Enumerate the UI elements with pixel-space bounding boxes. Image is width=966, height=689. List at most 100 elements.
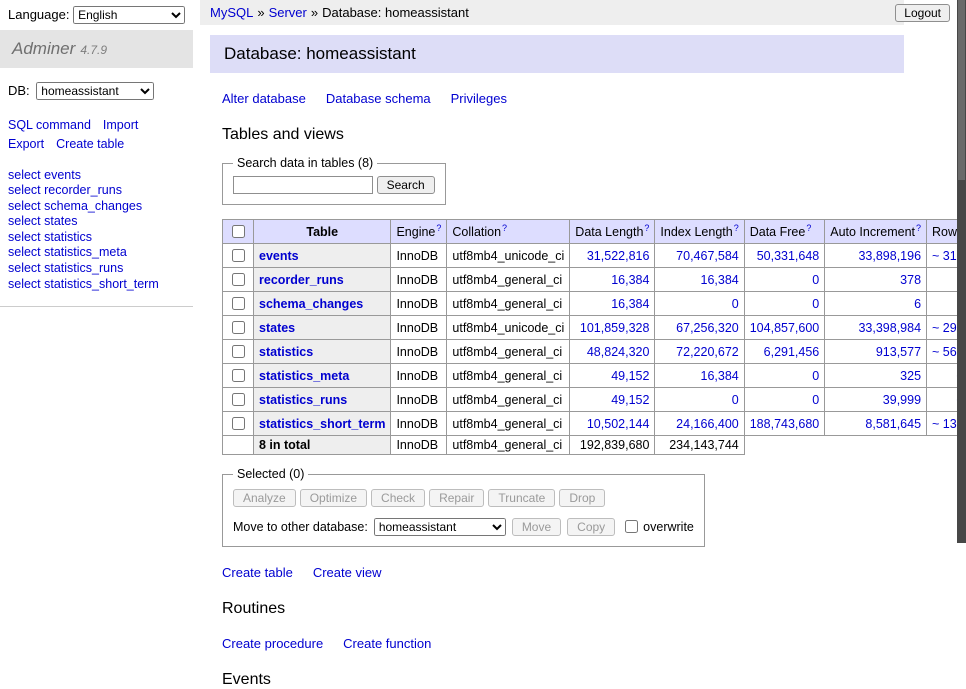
- sidebar-action-export[interactable]: Export: [8, 137, 44, 151]
- optimize-button[interactable]: Optimize: [300, 489, 367, 507]
- data-free-link[interactable]: 0: [812, 273, 819, 287]
- breadcrumb-link[interactable]: MySQL: [210, 5, 253, 20]
- data-free-link[interactable]: 104,857,600: [750, 321, 820, 335]
- auto-increment-link[interactable]: 33,898,196: [858, 249, 921, 263]
- table-link-recorder_runs[interactable]: recorder_runs: [259, 273, 344, 287]
- table-name-cell: events: [254, 244, 391, 268]
- help-icon[interactable]: ?: [806, 223, 811, 233]
- sidebar-action-sql-command[interactable]: SQL command: [8, 118, 91, 132]
- auto-increment-link[interactable]: 378: [900, 273, 921, 287]
- db-select[interactable]: homeassistant: [36, 82, 154, 100]
- data-length-link[interactable]: 16,384: [611, 297, 649, 311]
- link-create-function[interactable]: Create function: [343, 636, 431, 651]
- table-row: statistics_short_termInnoDButf8mb4_gener…: [223, 412, 966, 436]
- data-free-link[interactable]: 0: [812, 297, 819, 311]
- table-link-states[interactable]: states: [259, 321, 295, 335]
- truncate-button[interactable]: Truncate: [488, 489, 555, 507]
- index-length-link[interactable]: 16,384: [701, 273, 739, 287]
- data-free-link[interactable]: 6,291,456: [764, 345, 820, 359]
- sidebar-item-select-statistics[interactable]: select statistics: [8, 230, 92, 244]
- row-checkbox-schema_changes[interactable]: [232, 297, 245, 310]
- help-icon[interactable]: ?: [916, 223, 921, 233]
- scrollbar-thumb[interactable]: [958, 0, 965, 180]
- help-icon[interactable]: ?: [436, 223, 441, 233]
- data-length-link[interactable]: 49,152: [611, 369, 649, 383]
- index-length-link[interactable]: 24,166,400: [676, 417, 739, 431]
- row-checkbox-states[interactable]: [232, 321, 245, 334]
- data-free-link[interactable]: 0: [812, 393, 819, 407]
- index-length-link[interactable]: 67,256,320: [676, 321, 739, 335]
- link-create-procedure[interactable]: Create procedure: [222, 636, 323, 651]
- copy-button[interactable]: Copy: [567, 518, 615, 536]
- table-link-schema_changes[interactable]: schema_changes: [259, 297, 363, 311]
- data-length-link[interactable]: 49,152: [611, 393, 649, 407]
- data-free-link[interactable]: 50,331,648: [757, 249, 820, 263]
- help-icon[interactable]: ?: [644, 223, 649, 233]
- check-button[interactable]: Check: [371, 489, 425, 507]
- sidebar-item-select-statistics_meta[interactable]: select statistics_meta: [8, 245, 127, 259]
- auto-increment-link[interactable]: 325: [900, 369, 921, 383]
- sidebar-item-select-statistics_short_term[interactable]: select statistics_short_term: [8, 277, 159, 291]
- link-create-table[interactable]: Create table: [222, 565, 293, 580]
- row-checkbox-statistics[interactable]: [232, 345, 245, 358]
- auto-increment-link[interactable]: 39,999: [883, 393, 921, 407]
- nav-link-database-schema[interactable]: Database schema: [326, 91, 431, 106]
- data-length-link[interactable]: 31,522,816: [587, 249, 650, 263]
- table-link-statistics_meta[interactable]: statistics_meta: [259, 369, 349, 383]
- auto-increment-link[interactable]: 33,398,984: [858, 321, 921, 335]
- data-length-cell: 48,824,320: [570, 340, 655, 364]
- breadcrumb-link[interactable]: Server: [269, 5, 307, 20]
- overwrite-checkbox[interactable]: [625, 520, 638, 533]
- data-free-link[interactable]: 0: [812, 369, 819, 383]
- language-select[interactable]: English: [73, 6, 185, 24]
- auto-increment-link[interactable]: 6: [914, 297, 921, 311]
- auto-increment-link[interactable]: 8,581,645: [865, 417, 921, 431]
- analyze-button[interactable]: Analyze: [233, 489, 296, 507]
- move-db-select[interactable]: homeassistant: [374, 518, 506, 536]
- table-link-statistics_short_term[interactable]: statistics_short_term: [259, 417, 385, 431]
- sidebar-action-import[interactable]: Import: [103, 118, 138, 132]
- repair-button[interactable]: Repair: [429, 489, 484, 507]
- search-input[interactable]: [233, 176, 373, 194]
- move-label: Move to other database:: [233, 520, 368, 534]
- link-create-view[interactable]: Create view: [313, 565, 382, 580]
- row-checkbox-statistics_short_term[interactable]: [232, 417, 245, 430]
- data-free-link[interactable]: 188,743,680: [750, 417, 820, 431]
- data-length-link[interactable]: 48,824,320: [587, 345, 650, 359]
- row-checkbox-events[interactable]: [232, 249, 245, 262]
- total-label-cell: 8 in total: [254, 436, 391, 455]
- sidebar-item-select-statistics_runs[interactable]: select statistics_runs: [8, 261, 123, 275]
- logout-button[interactable]: Logout: [895, 4, 950, 22]
- index-length-link[interactable]: 16,384: [701, 369, 739, 383]
- sidebar-item-select-recorder_runs[interactable]: select recorder_runs: [8, 183, 122, 197]
- search-button[interactable]: Search: [377, 176, 435, 194]
- auto-increment-link[interactable]: 913,577: [876, 345, 921, 359]
- auto-increment-cell: 8,581,645: [825, 412, 927, 436]
- nav-link-privileges[interactable]: Privileges: [451, 91, 507, 106]
- sidebar-action-create-table[interactable]: Create table: [56, 137, 124, 151]
- drop-button[interactable]: Drop: [559, 489, 605, 507]
- select-all-checkbox[interactable]: [232, 225, 245, 238]
- data-length-link[interactable]: 101,859,328: [580, 321, 650, 335]
- data-length-link[interactable]: 16,384: [611, 273, 649, 287]
- row-checkbox-statistics_meta[interactable]: [232, 369, 245, 382]
- index-length-link[interactable]: 70,467,584: [676, 249, 739, 263]
- index-length-link[interactable]: 72,220,672: [676, 345, 739, 359]
- help-icon[interactable]: ?: [734, 223, 739, 233]
- engine-cell: InnoDB: [391, 388, 447, 412]
- table-link-statistics[interactable]: statistics: [259, 345, 313, 359]
- row-checkbox-statistics_runs[interactable]: [232, 393, 245, 406]
- index-length-link[interactable]: 0: [732, 297, 739, 311]
- nav-link-alter-database[interactable]: Alter database: [222, 91, 306, 106]
- sidebar-item-select-states[interactable]: select states: [8, 214, 77, 228]
- scrollbar[interactable]: [957, 0, 966, 543]
- data-length-link[interactable]: 10,502,144: [587, 417, 650, 431]
- help-icon[interactable]: ?: [502, 223, 507, 233]
- table-link-statistics_runs[interactable]: statistics_runs: [259, 393, 347, 407]
- table-link-events[interactable]: events: [259, 249, 299, 263]
- index-length-link[interactable]: 0: [732, 393, 739, 407]
- row-checkbox-recorder_runs[interactable]: [232, 273, 245, 286]
- sidebar-item-select-events[interactable]: select events: [8, 168, 81, 182]
- sidebar-item-select-schema_changes[interactable]: select schema_changes: [8, 199, 142, 213]
- move-button[interactable]: Move: [512, 518, 561, 536]
